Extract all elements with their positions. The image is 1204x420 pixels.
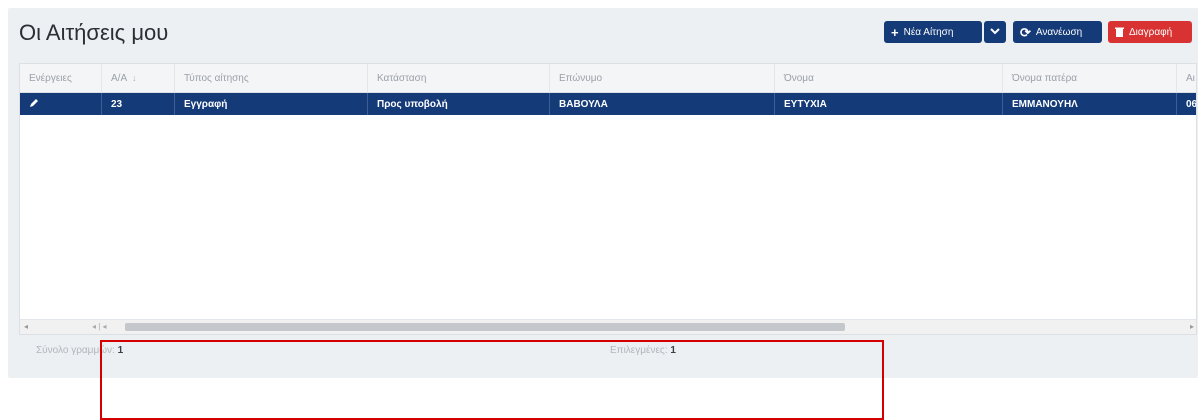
refresh-button[interactable]: ⟳ Ανανέωση <box>1013 21 1102 43</box>
horizontal-scrollbar[interactable]: ◂ ◂ | ◂ ▸ <box>20 319 1196 334</box>
column-header-number[interactable]: Α/Α ↓ <box>102 64 175 92</box>
column-label: Α/Α <box>111 72 128 84</box>
column-label: Ενέργειες <box>29 72 72 84</box>
trash-icon <box>1115 26 1124 39</box>
sort-arrow-icon: ↓ <box>132 73 137 83</box>
table-cell: Προς υποβολή <box>368 93 550 115</box>
pencil-icon[interactable] <box>29 98 39 111</box>
column-header-status[interactable]: Κατάσταση <box>368 64 550 92</box>
column-header-surname[interactable]: Επώνυμο <box>550 64 775 92</box>
plus-icon: + <box>891 24 899 40</box>
column-header-name[interactable]: Όνομα <box>775 64 1003 92</box>
column-header-type[interactable]: Τύπος αίτησης <box>175 64 368 92</box>
column-header-more[interactable]: Αι <box>1177 64 1196 92</box>
refresh-label: Ανανέωση <box>1035 26 1083 38</box>
scroll-arrows-icon[interactable]: ◂ | ◂ <box>92 322 107 331</box>
scroll-left-icon[interactable]: ◂ <box>24 322 28 331</box>
table-cell: 06 <box>1177 93 1196 115</box>
column-label: Όνομα <box>784 72 814 84</box>
table-cell: ΕΜΜΑΝΟΥΗΛ <box>1003 93 1177 115</box>
new-application-label: Νέα Αίτηση <box>903 26 954 38</box>
column-label: Τύπος αίτησης <box>184 72 249 84</box>
grid-header: Ενέργειες Α/Α ↓ Τύπος αίτησης Κατάσταση Ε… <box>20 64 1196 93</box>
chevron-down-icon <box>990 27 1000 38</box>
scrollbar-thumb[interactable] <box>125 323 845 331</box>
applications-grid: Ενέργειες Α/Α ↓ Τύπος αίτησης Κατάσταση Ε… <box>19 63 1197 335</box>
new-application-button[interactable]: + Νέα Αίτηση <box>884 21 982 43</box>
delete-label: Διαγραφή <box>1129 26 1173 38</box>
delete-button[interactable]: Διαγραφή <box>1108 21 1192 43</box>
table-cell: ΒΑΒΟΥΛΑ <box>550 93 775 115</box>
column-label: Επώνυμο <box>559 72 603 84</box>
column-label: Κατάσταση <box>377 72 427 84</box>
column-label: Όνομα πατέρα <box>1012 72 1078 84</box>
table-cell: ΕΥΤΥΧΙΑ <box>775 93 1003 115</box>
new-application-dropdown-button[interactable] <box>984 21 1006 43</box>
row-actions-cell <box>20 93 102 115</box>
table-row[interactable]: 23 Εγγραφή Προς υποβολή ΒΑΒΟΥΛΑ ΕΥΤΥΧΙΑ … <box>20 93 1196 115</box>
column-header-father-name[interactable]: Όνομα πατέρα <box>1003 64 1177 92</box>
refresh-icon: ⟳ <box>1020 24 1031 40</box>
column-header-actions[interactable]: Ενέργειες <box>20 64 102 92</box>
scroll-right-icon[interactable]: ▸ <box>1190 322 1194 331</box>
table-cell: 23 <box>102 93 175 115</box>
column-label: Αι <box>1186 72 1195 84</box>
page-title: Οι Αιτήσεις μου <box>19 20 169 45</box>
table-cell: Εγγραφή <box>175 93 368 115</box>
highlight-annotation-box <box>100 340 884 420</box>
